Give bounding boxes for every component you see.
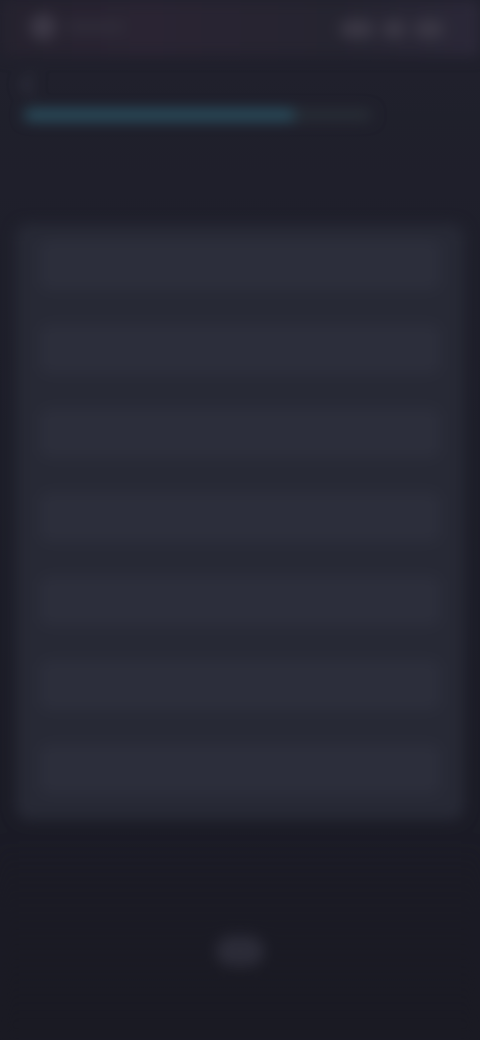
chevron-left-icon[interactable]: [20, 72, 45, 97]
option-5[interactable]: [40, 576, 440, 626]
status-left: [30, 14, 126, 40]
progress-fill: [24, 110, 296, 120]
status-time: [66, 22, 126, 32]
option-6[interactable]: [40, 660, 440, 710]
progress-bar: [24, 110, 372, 120]
app-icon: [30, 14, 56, 40]
signal-icon: [340, 20, 374, 38]
header: [20, 68, 456, 108]
option-4[interactable]: [40, 492, 440, 542]
status-right: [340, 20, 444, 38]
option-7[interactable]: [40, 744, 440, 794]
app-screen: [0, 0, 480, 1040]
battery-icon: [414, 20, 444, 38]
option-3[interactable]: [40, 408, 440, 458]
option-1[interactable]: [40, 240, 440, 290]
home-button-icon[interactable]: [216, 936, 264, 966]
status-bar: [0, 0, 480, 56]
wifi-icon: [382, 20, 406, 38]
blurred-content: [0, 0, 480, 1040]
option-2[interactable]: [40, 324, 440, 374]
options-card: [16, 224, 464, 820]
